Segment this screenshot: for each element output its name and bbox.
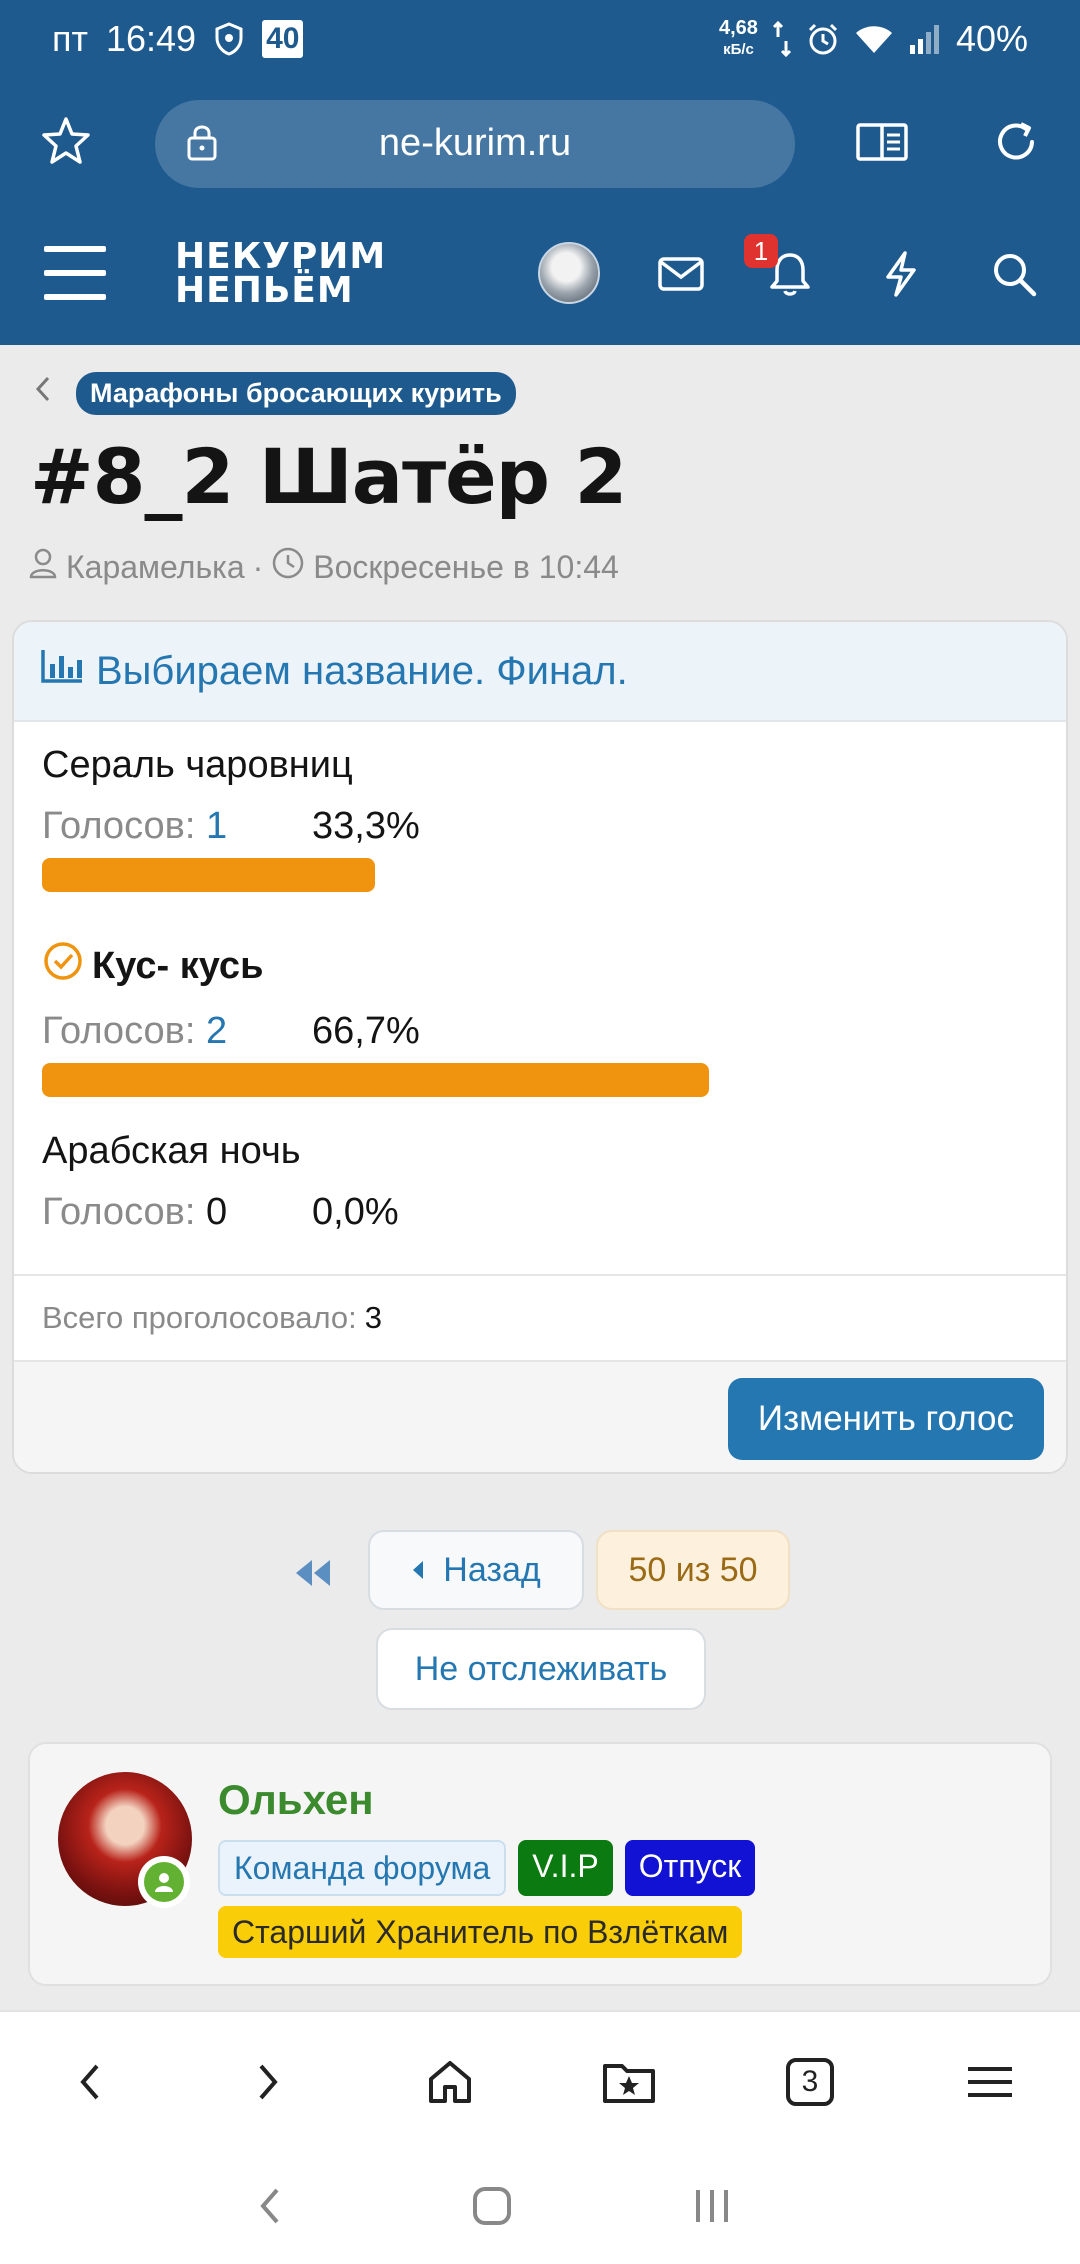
search-icon[interactable] (982, 242, 1046, 306)
votes-label: Голосов: (42, 1191, 196, 1233)
votes-label: Голосов: (42, 805, 196, 847)
net-speed-value: 4,68 (719, 17, 758, 39)
votes-count-link[interactable]: 1 (206, 805, 227, 847)
votes-label: Голосов: (42, 1010, 196, 1052)
status-badge: 40 (262, 20, 304, 58)
forward-arrow-icon[interactable] (236, 2050, 300, 2114)
prev-page-button[interactable]: Назад (368, 1530, 584, 1610)
votes-count: 0 (205, 1191, 228, 1233)
poll-block: Выбираем название. Финал. Сераль чаровни… (12, 620, 1068, 1474)
poll-total-label: Всего проголосовало: (42, 1300, 357, 1335)
poll-option-label: Кус- кусь (92, 944, 264, 987)
site-header: НЕКУРИМ НЕПЬЁМ 1 (0, 202, 1080, 345)
alarm-icon (806, 22, 840, 56)
signal-icon (908, 23, 942, 55)
url-text: ne-kurim.ru (378, 122, 572, 164)
poll-title: Выбираем название. Финал. (96, 648, 628, 693)
thread-date[interactable]: Воскресенье в 10:44 (313, 549, 619, 586)
poll-option: Сераль чаровниц Голосов: 1 33,3% (42, 744, 420, 892)
poll-total: Всего проголосовало: 3 (14, 1274, 1066, 1360)
online-status-icon (138, 1856, 190, 1908)
back-arrow-icon[interactable] (58, 2050, 122, 2114)
net-speed: 4,68 кБ/с (719, 18, 758, 60)
breadcrumb-forum-link[interactable]: Марафоны бросающих курить (76, 372, 516, 415)
bookmarks-folder-icon[interactable] (597, 2050, 661, 2114)
votes-percent: 0,0% (312, 1191, 399, 1233)
bar-chart-icon (40, 648, 84, 694)
check-circle-icon (42, 940, 84, 992)
address-bar[interactable]: ne-kurim.ru (155, 100, 795, 188)
current-page-button[interactable]: 50 из 50 (596, 1530, 790, 1610)
banner-vip: V.I.P (518, 1840, 613, 1896)
logo-line-2: НЕПЬЁМ (175, 270, 354, 311)
poll-option: Кус- кусь Голосов: 2 66,7% (42, 940, 709, 1097)
system-back-icon[interactable] (240, 2176, 300, 2236)
caret-left-icon (411, 1551, 425, 1590)
prev-page-label: Назад (443, 1550, 541, 1589)
logo-line-1: НЕКУРИМ (175, 236, 387, 277)
poll-option-bar (42, 1063, 709, 1097)
breadcrumb-back-icon[interactable] (34, 374, 52, 413)
shield-icon (214, 22, 244, 56)
menu-icon[interactable] (44, 246, 106, 300)
post-username[interactable]: Ольхен (218, 1776, 374, 1824)
reader-mode-icon[interactable] (850, 110, 914, 174)
votes-percent: 66,7% (312, 1010, 420, 1052)
poll-option-name: Кус- кусь (42, 940, 709, 992)
status-bar: пт 16:49 40 4,68 кБ/с 40% (0, 0, 1080, 82)
user-icon (28, 547, 58, 587)
reload-icon[interactable] (984, 110, 1048, 174)
site-logo[interactable]: НЕКУРИМ НЕПЬЁМ (175, 236, 387, 311)
page-title: #8_2 Шатёр 2 (30, 432, 627, 521)
thread-author[interactable]: Карамелька (66, 549, 245, 586)
banner-keeper: Старший Хранитель по Взлёткам (218, 1906, 743, 1958)
poll-option: Арабская ночь Голосов: 0 0,0% (42, 1130, 399, 1234)
poll-option-stats: Голосов: 1 33,3% (42, 805, 420, 848)
wifi-icon (854, 23, 894, 55)
status-time: 16:49 (105, 18, 197, 59)
change-vote-button[interactable]: Изменить голос (727, 1378, 1044, 1460)
tabs-count: 3 (786, 2058, 834, 2106)
system-home-icon[interactable] (462, 2176, 522, 2236)
unwatch-button[interactable]: Не отслеживать (376, 1628, 706, 1710)
user-banners: Команда форума V.I.P Отпуск Старший Хран… (218, 1840, 1018, 1958)
system-nav-bar (0, 2140, 1080, 2264)
poll-total-value: 3 (364, 1300, 383, 1335)
poll-option-stats: Голосов: 2 66,7% (42, 1010, 709, 1053)
status-day: пт (52, 18, 88, 59)
lightning-icon[interactable] (869, 242, 933, 306)
mail-icon[interactable] (649, 242, 713, 306)
data-transfer-icon (772, 21, 792, 57)
menu-hamburger-icon[interactable] (958, 2050, 1022, 2114)
browser-toolbar: ne-kurim.ru (0, 82, 1080, 202)
meta-separator: · (252, 548, 264, 585)
thread-meta: Карамелька · Воскресенье в 10:44 (28, 546, 619, 588)
banner-vacation: Отпуск (624, 1840, 756, 1896)
clock-icon (271, 546, 305, 588)
poll-option-stats: Голосов: 0 0,0% (42, 1191, 399, 1234)
poll-option-bar (42, 858, 375, 892)
bookmark-star-icon[interactable] (34, 110, 98, 174)
system-recents-icon[interactable] (682, 2176, 742, 2236)
net-speed-unit: кБ/с (723, 41, 754, 58)
tabs-button[interactable]: 3 (778, 2050, 842, 2114)
notification-count-badge: 1 (744, 234, 778, 268)
user-avatar[interactable] (538, 242, 600, 304)
poll-option-name: Сераль чаровниц (42, 744, 353, 786)
votes-percent: 33,3% (312, 805, 420, 847)
poll-option-name: Арабская ночь (42, 1130, 301, 1172)
votes-count-link[interactable]: 2 (206, 1010, 227, 1052)
banner-team: Команда форума (218, 1840, 507, 1896)
post-header: Ольхен Команда форума V.I.P Отпуск Старш… (28, 1742, 1052, 1986)
battery-percent: 40% (955, 18, 1028, 59)
poll-header: Выбираем название. Финал. (14, 622, 1066, 722)
poll-footer: Изменить голос (14, 1360, 1066, 1472)
home-icon[interactable] (418, 2050, 482, 2114)
browser-bottom-bar: 3 (0, 2010, 1080, 2140)
breadcrumb: Марафоны бросающих курить (34, 372, 516, 415)
first-page-icon[interactable] (292, 1558, 336, 1593)
